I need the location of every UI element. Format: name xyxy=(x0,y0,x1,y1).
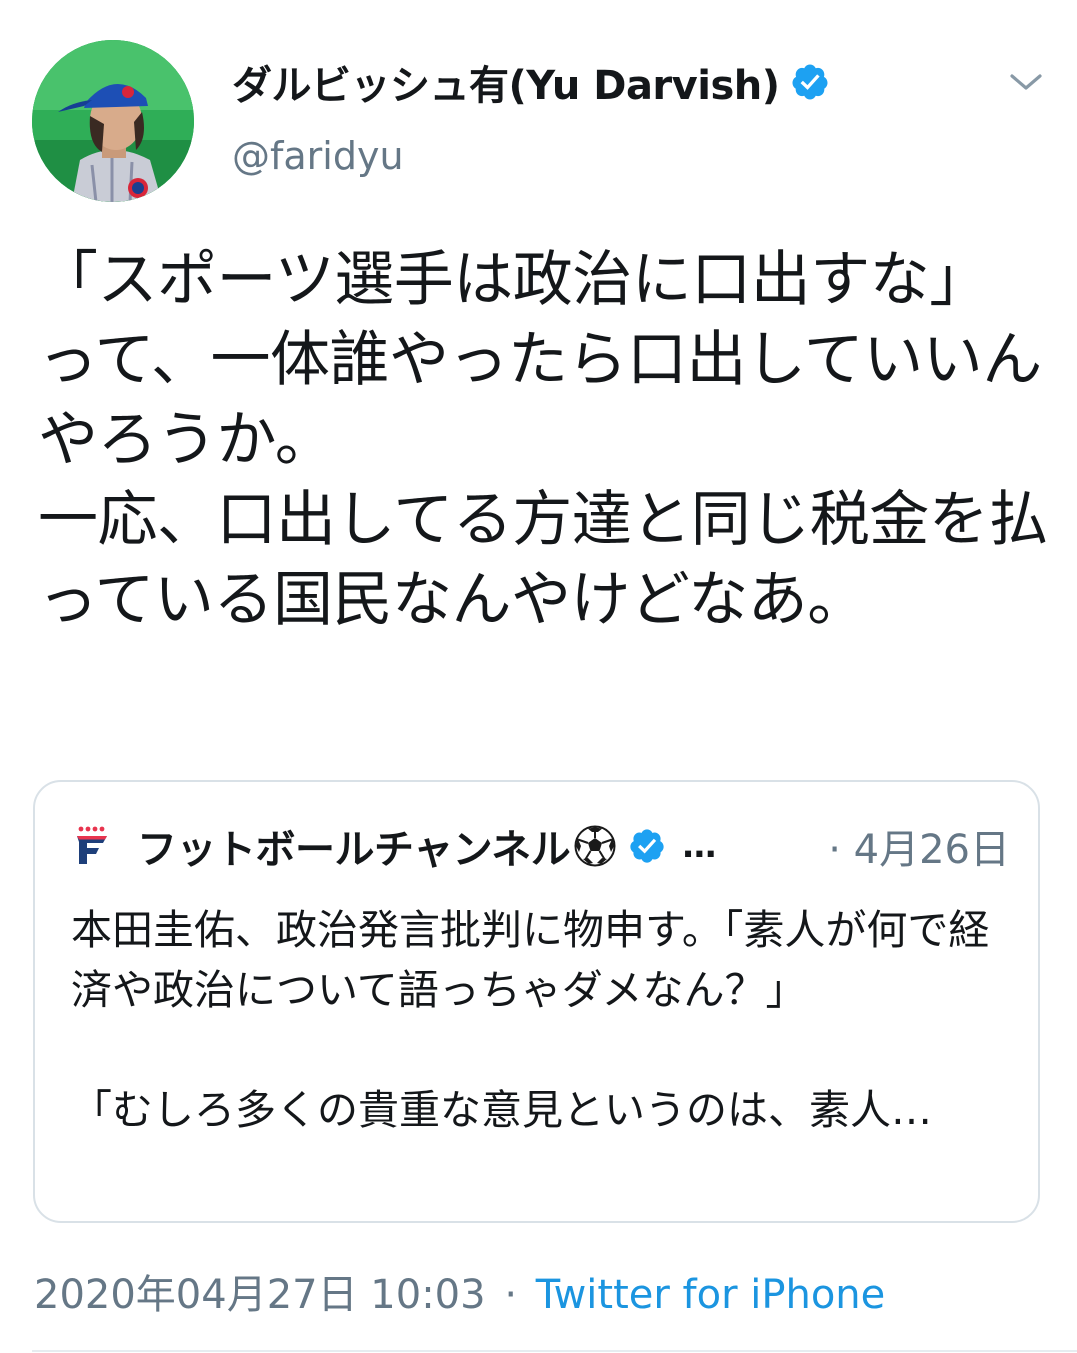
divider xyxy=(32,1350,1077,1352)
meta-separator: · xyxy=(504,1272,518,1318)
verified-badge-icon xyxy=(792,64,828,100)
tweet-text: 「スポーツ選手は政治に口出すな」って、一体誰やったら口出していいんやろうか。 一… xyxy=(38,245,1048,635)
quoted-tweet-card[interactable]: フットボールチャンネル … · 4月26日 本田圭佑、政治発言批判に物申す。「素… xyxy=(33,780,1040,1223)
avatar-image xyxy=(32,40,194,202)
verified-badge-icon xyxy=(630,829,664,863)
quoted-author-truncation: … xyxy=(682,826,717,866)
football-channel-logo-icon xyxy=(77,826,107,864)
author-name-row[interactable]: ダルビッシュ有(Yu Darvish) xyxy=(232,53,830,111)
quoted-tweet-date[interactable]: · 4月26日 xyxy=(828,817,1010,875)
quoted-tweet-text: 本田圭佑、政治発言批判に物申す。「素人が何で経済や政治について語っちゃダメなん？… xyxy=(71,906,990,1134)
tweet: ダルビッシュ有(Yu Darvish) @faridyu 「スポーツ選手は政治に… xyxy=(0,0,1077,1353)
chevron-down-icon[interactable] xyxy=(1006,66,1046,98)
tweet-timestamp[interactable]: 2020年04月27日 10:03 xyxy=(34,1272,486,1318)
tweet-source-link[interactable]: Twitter for iPhone xyxy=(536,1272,886,1318)
tweet-meta: 2020年04月27日 10:03 · Twitter for iPhone xyxy=(34,1262,885,1320)
author-avatar[interactable] xyxy=(32,40,194,202)
soccer-ball-icon xyxy=(574,825,616,867)
quoted-author-display-name: フットボールチャンネル xyxy=(137,827,571,873)
quoted-tweet-header: フットボールチャンネル … · 4月26日 xyxy=(75,818,1010,874)
author-handle[interactable]: @faridyu xyxy=(232,134,404,178)
author-display-name[interactable]: ダルビッシュ有(Yu Darvish) xyxy=(232,53,780,111)
